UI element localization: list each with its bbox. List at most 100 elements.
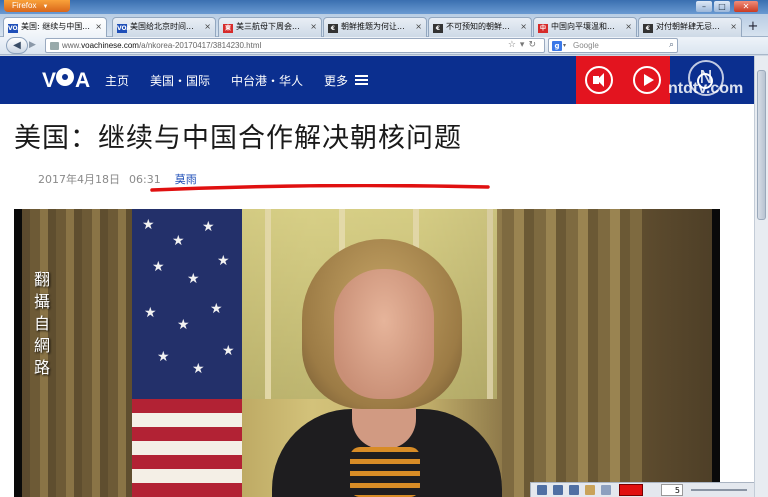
address-bar[interactable]: www.voachinese.com/a/nkorea-20170417/381…	[45, 38, 545, 53]
browser-tab[interactable]: 中中国向平壤温和... ×	[533, 17, 637, 37]
color-swatch-red[interactable]	[619, 484, 643, 496]
firefox-menu-button[interactable]: Firefox ▼	[4, 0, 70, 12]
ntd-watermark-text: ntdtv.com	[668, 80, 744, 97]
tab-favicon-icon: €	[643, 24, 653, 33]
flag-canton	[132, 209, 242, 399]
nav-us-international[interactable]: 美国・国际	[150, 72, 210, 89]
interviewee-striped-top	[350, 447, 420, 497]
forward-arrow-icon: ▶	[29, 40, 36, 50]
vertical-scrollbar[interactable]	[754, 56, 768, 497]
flag-star: ★	[157, 349, 170, 365]
play-icon	[644, 74, 654, 86]
tab-close-icon[interactable]: ×	[204, 18, 211, 36]
flag-star: ★	[222, 343, 235, 359]
flag-star: ★	[187, 271, 200, 287]
interviewee-face	[334, 269, 434, 399]
article-headline: 美国：继续与中国合作解决朝核问题	[14, 123, 462, 154]
flag-star: ★	[177, 317, 190, 333]
toolbar-icon-3[interactable]	[569, 485, 579, 495]
tab-close-icon[interactable]: ×	[95, 18, 102, 36]
flag-star: ★	[192, 361, 205, 377]
right-curtain	[502, 209, 642, 497]
minimize-button[interactable]: –	[696, 1, 712, 12]
browser-tab[interactable]: € 不可预知的朝鲜... ×	[428, 17, 532, 37]
browser-tab[interactable]: 東美三航母下周会... ×	[218, 17, 322, 37]
caption-character: 網	[33, 336, 50, 355]
flag-star: ★	[144, 305, 157, 321]
google-search-icon[interactable]: g	[552, 41, 562, 51]
article-video[interactable]: ★ ★ ★ ★ ★ ★ ★ ★ ★ ★ ★ ★ 翻攝自網路	[14, 209, 720, 497]
caption-character: 攝	[33, 292, 50, 311]
tab-label: 中国向平壤温和...	[551, 22, 615, 31]
browser-tab[interactable]: VOA美国: 继续与中国... ×	[3, 17, 107, 37]
url-domain: voachinese.com	[81, 41, 139, 50]
stroke-width-field[interactable]: 5	[661, 484, 683, 496]
close-window-button[interactable]: ✕	[734, 1, 758, 12]
tab-close-icon[interactable]: ×	[415, 18, 422, 36]
flag-star: ★	[152, 259, 165, 275]
url-path: /a/nkorea-20170417/3814230.html	[138, 41, 262, 50]
flag-star: ★	[172, 233, 185, 249]
toolbar-icon-2[interactable]	[553, 485, 563, 495]
tab-favicon-icon: 中	[538, 24, 548, 33]
toolbar-icon-5[interactable]	[601, 485, 611, 495]
maximize-button[interactable]: □	[714, 1, 730, 12]
tab-close-icon[interactable]: ×	[625, 18, 632, 36]
site-nav: 主页 美国・国际 中台港・华人 更多	[105, 56, 389, 104]
tab-label: 美三航母下周会...	[236, 22, 300, 31]
tab-favicon-icon: €	[433, 24, 443, 33]
flag-star: ★	[142, 217, 155, 233]
tab-strip: € 对付朝鲜肆无忌... × 中中国向平壤温和... × € 不可预知的朝鲜... × € 朝鲜推…	[0, 14, 768, 37]
audio-button[interactable]	[585, 66, 613, 94]
back-button[interactable]: ◀	[6, 37, 28, 54]
us-flag: ★ ★ ★ ★ ★ ★ ★ ★ ★ ★ ★ ★	[132, 209, 242, 497]
tab-favicon-icon: 東	[223, 24, 233, 33]
tab-close-icon[interactable]: ×	[520, 18, 527, 36]
caption-character: 自	[33, 314, 50, 333]
tab-label: 朝鲜推题为何让...	[341, 22, 405, 31]
video-play-button[interactable]	[633, 66, 661, 94]
video-caption: 翻攝自網路	[32, 269, 52, 379]
menu-hamburger-icon[interactable]	[355, 74, 369, 86]
flag-stripes	[132, 399, 242, 497]
tab-close-icon[interactable]: ×	[730, 18, 737, 36]
browser-tab[interactable]: VOA美国给北京时间... ×	[112, 17, 216, 37]
url-prefix: www.	[62, 41, 82, 50]
flag-star: ★	[217, 253, 230, 269]
forward-button[interactable]: ▶	[29, 39, 43, 52]
caption-character: 翻	[33, 270, 50, 289]
nav-more[interactable]: 更多	[324, 72, 348, 89]
search-placeholder: Google	[573, 41, 599, 50]
speaker-icon	[593, 73, 604, 87]
back-arrow-icon: ◀	[13, 40, 21, 51]
stroke-slider[interactable]	[691, 489, 747, 491]
address-bar-icons: ☆▾↻	[508, 39, 540, 52]
new-tab-button[interactable]: +	[743, 18, 763, 36]
pencil-icon[interactable]	[585, 485, 595, 495]
toolbar-icon-1[interactable]	[537, 485, 547, 495]
article-date: 2017年4月18日	[38, 173, 120, 186]
video-frame: ★ ★ ★ ★ ★ ★ ★ ★ ★ ★ ★ ★	[22, 209, 712, 497]
nav-home[interactable]: 主页	[105, 72, 129, 89]
browser-tab[interactable]: € 对付朝鲜肆无忌... ×	[638, 17, 742, 37]
window-titlebar: Firefox ▼ – □ ✕	[0, 0, 768, 14]
caption-character: 路	[33, 358, 50, 377]
chevron-down-icon: ▼	[42, 4, 49, 10]
nav-china-taiwan-hk[interactable]: 中台港・华人	[231, 72, 303, 89]
browser-tab[interactable]: € 朝鲜推题为何让... ×	[323, 17, 427, 37]
tab-label: 美国: 继续与中国...	[21, 22, 90, 31]
star-icon[interactable]: ☆	[508, 40, 520, 50]
scrollbar-thumb[interactable]	[757, 70, 766, 220]
tab-close-icon[interactable]: ×	[310, 18, 317, 36]
magnifier-icon[interactable]: ⌕	[669, 39, 674, 52]
search-box[interactable]: g ▾ Google ⌕	[548, 38, 678, 53]
url-text: www.voachinese.com/a/nkorea-20170417/381…	[62, 39, 261, 52]
tab-favicon-icon: €	[328, 24, 338, 33]
site-header: VA 主页 美国・国际 中台港・华人 更多 N ntdtv.com	[0, 56, 754, 104]
red-underline-annotation	[150, 184, 490, 192]
firefox-menu-label: Firefox	[12, 1, 37, 10]
reload-icon[interactable]: ↻	[528, 40, 540, 50]
bottom-toolbar: 5	[530, 482, 754, 497]
search-engine-chevron-icon[interactable]: ▾	[563, 39, 566, 52]
voa-logo[interactable]: VA	[42, 68, 90, 92]
